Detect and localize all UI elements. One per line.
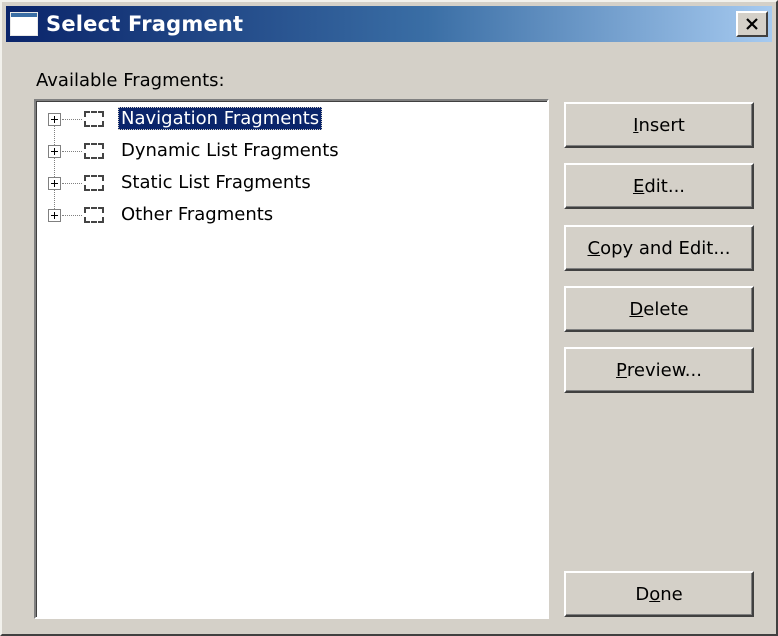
close-icon (746, 18, 758, 30)
edit-button[interactable]: Edit... (564, 163, 754, 209)
tree-connector (62, 119, 82, 120)
button-accelerator: o (649, 583, 661, 605)
fragment-icon (84, 207, 104, 223)
button-label-post: dit... (644, 175, 686, 197)
tree-item-other-fragments[interactable]: Other Fragments (36, 199, 547, 231)
window-icon (10, 12, 38, 36)
done-button[interactable]: Do ne (564, 571, 754, 617)
tree-connector (62, 215, 82, 216)
fragment-icon (84, 111, 104, 127)
preview-button[interactable]: Preview... (564, 347, 754, 393)
tree-item-dynamic-list-fragments[interactable]: Dynamic List Fragments (36, 135, 547, 167)
plus-expander-icon[interactable] (48, 145, 61, 158)
fragment-icon (84, 175, 104, 191)
button-label-post: review... (626, 359, 702, 381)
button-accelerator: C (587, 237, 601, 259)
delete-button[interactable]: Delete (564, 286, 754, 332)
available-fragments-label: Available Fragments: (36, 70, 225, 91)
fragment-icon (84, 143, 104, 159)
insert-button[interactable]: Insert (564, 102, 754, 148)
plus-expander-icon[interactable] (48, 209, 61, 222)
plus-expander-icon[interactable] (48, 113, 61, 126)
button-label-post: elete (643, 298, 689, 320)
tree-item-label: Static List Fragments (121, 172, 311, 193)
button-label-post: nsert (638, 114, 685, 136)
tree-item-navigation-fragments[interactable]: Navigation Fragments (36, 103, 547, 135)
tree-item-static-list-fragments[interactable]: Static List Fragments (36, 167, 547, 199)
button-accelerator: D (629, 298, 644, 320)
tree-item-label: Navigation Fragments (118, 107, 323, 130)
button-accelerator: P (616, 359, 627, 381)
select-fragment-dialog: Select Fragment Available Fragments: Nav… (0, 0, 778, 636)
window-title: Select Fragment (46, 12, 244, 36)
button-accelerator: E (632, 175, 645, 197)
button-label-pre: D (635, 583, 650, 605)
tree-connector (62, 183, 82, 184)
button-label-post: opy and Edit... (600, 237, 731, 259)
fragments-tree[interactable]: Navigation Fragments Dynamic List Fragme… (34, 99, 549, 619)
tree-item-label: Dynamic List Fragments (121, 140, 339, 161)
plus-expander-icon[interactable] (48, 177, 61, 190)
button-label-post: ne (660, 583, 683, 605)
tree-connector (62, 151, 82, 152)
close-button[interactable] (736, 11, 768, 37)
title-bar[interactable]: Select Fragment (6, 6, 772, 42)
tree-item-label: Other Fragments (121, 204, 274, 225)
copy-and-edit-button[interactable]: Copy and Edit... (564, 225, 754, 271)
